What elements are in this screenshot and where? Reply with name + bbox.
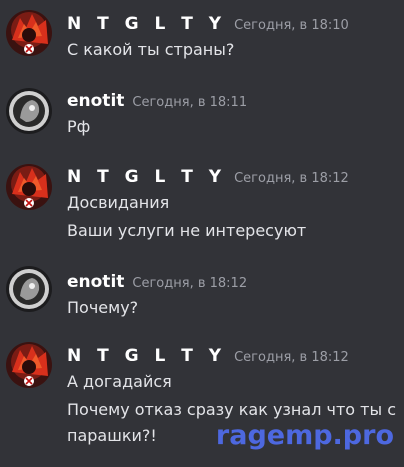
- message-text: Почему?: [67, 298, 139, 317]
- message-text: С какой ты страны?: [67, 40, 235, 59]
- watermark: ragemp.pro: [215, 420, 394, 451]
- message-text: Почему отказ сразу как узнал что ты с: [67, 400, 396, 419]
- avatar-enotit[interactable]: [6, 266, 52, 312]
- chat-log: N T G L T Y Сегодня, в 18:10 С какой ты …: [0, 0, 404, 467]
- avatar-ntglty[interactable]: [6, 164, 52, 210]
- avatar-ntglty[interactable]: [6, 10, 52, 56]
- timestamp: Сегодня, в 18:12: [234, 350, 349, 365]
- timestamp: Сегодня, в 18:12: [132, 276, 248, 291]
- timestamp: Сегодня, в 18:12: [234, 171, 349, 186]
- username[interactable]: enotit: [67, 272, 124, 292]
- message-text: Ваши услуги не интересуют: [67, 221, 307, 240]
- username[interactable]: N T G L T Y: [67, 346, 226, 366]
- username[interactable]: N T G L T Y: [67, 167, 226, 187]
- avatar-enotit[interactable]: [6, 88, 52, 134]
- avatar-ntglty[interactable]: [6, 342, 52, 388]
- message-text: Рф: [67, 117, 91, 136]
- message-text: Досвидания: [67, 193, 170, 212]
- timestamp: Сегодня, в 18:11: [132, 95, 248, 110]
- username[interactable]: N T G L T Y: [67, 14, 226, 34]
- username[interactable]: enotit: [67, 91, 124, 111]
- message-text: парашки?!: [67, 426, 157, 445]
- message-text: А догадайся: [67, 372, 172, 391]
- timestamp: Сегодня, в 18:10: [234, 18, 349, 33]
